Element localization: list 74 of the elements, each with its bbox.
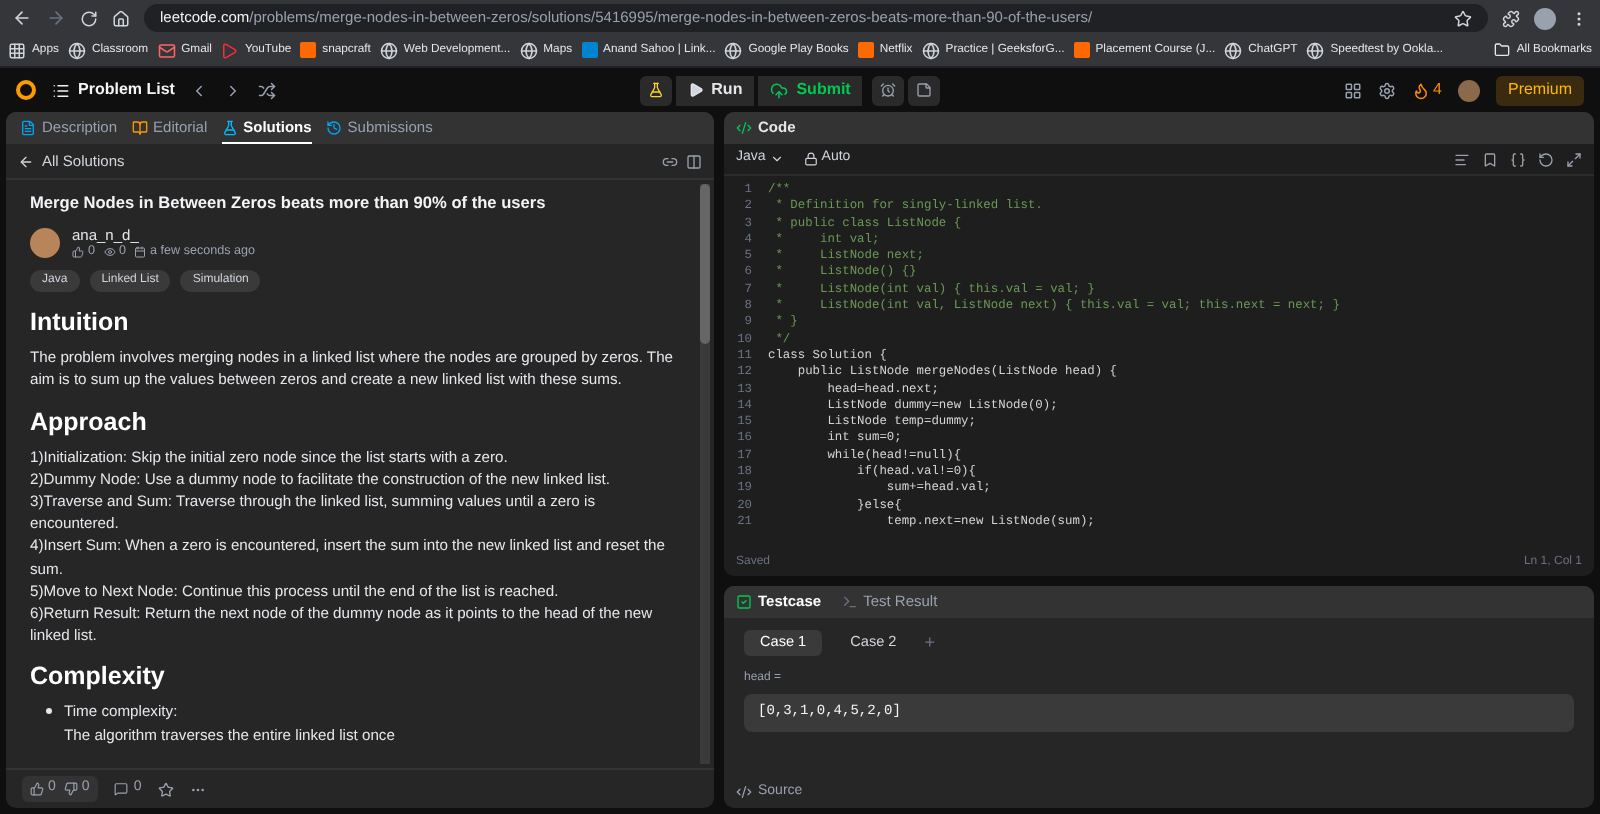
square-icon <box>581 42 598 59</box>
globe-icon <box>67 42 86 60</box>
alarm-clock-icon <box>880 82 897 98</box>
globe-icon <box>1224 42 1243 60</box>
debug-button[interactable] <box>639 75 672 105</box>
play-icon <box>220 42 239 60</box>
split-view-icon[interactable] <box>686 153 702 169</box>
mail-icon <box>157 42 176 60</box>
bookmark-icon[interactable] <box>1482 151 1498 167</box>
scrollbar[interactable] <box>700 184 710 764</box>
globe-icon <box>519 42 538 60</box>
flame-icon <box>1411 81 1430 99</box>
lock-icon <box>803 152 818 166</box>
globe-icon <box>724 42 743 60</box>
checkbox-icon <box>736 594 752 610</box>
bookmark-star-icon[interactable] <box>1454 9 1472 27</box>
back-arrow-icon <box>18 153 34 169</box>
expand-icon[interactable] <box>1566 151 1582 167</box>
run-button[interactable]: Run <box>675 75 755 105</box>
section-heading: Intuition <box>30 306 131 339</box>
submit-button[interactable]: Submit <box>758 75 863 105</box>
history-icon <box>325 120 342 136</box>
notes-button[interactable] <box>908 75 941 105</box>
thumbs-down-icon <box>63 782 78 796</box>
logo-icon[interactable] <box>16 80 36 100</box>
section-heading: Approach <box>30 405 149 438</box>
globe-icon <box>921 42 940 60</box>
shuffle-icon[interactable] <box>258 81 277 99</box>
link-icon[interactable] <box>662 153 678 169</box>
square-icon <box>300 42 317 59</box>
play-icon <box>687 82 704 98</box>
bullet-icon <box>46 708 52 715</box>
terminal-icon <box>841 594 858 610</box>
home-icon[interactable] <box>112 9 130 27</box>
braces-icon[interactable] <box>1510 151 1526 167</box>
folder-icon <box>1494 42 1511 59</box>
book-icon <box>131 120 148 136</box>
layout-icon[interactable] <box>1343 81 1362 99</box>
grid-icon <box>8 42 26 60</box>
thumbs-up-icon <box>72 246 84 259</box>
streak-count[interactable]: 4 <box>1411 78 1442 102</box>
flask-icon <box>221 119 238 135</box>
square-icon <box>857 42 874 59</box>
settings-icon[interactable] <box>1377 81 1396 99</box>
cloud-upload-icon <box>770 81 789 99</box>
code-icon <box>736 120 752 136</box>
premium-button[interactable]: Premium <box>1495 75 1584 105</box>
comment-icon <box>113 782 128 796</box>
author-avatar <box>30 228 60 259</box>
forward-icon[interactable] <box>46 8 66 28</box>
reload-icon[interactable] <box>80 9 98 27</box>
calendar-icon <box>134 246 147 259</box>
list-icon <box>52 81 70 99</box>
document-icon <box>20 120 36 136</box>
timer-button[interactable] <box>872 75 905 105</box>
extensions-icon[interactable] <box>1502 9 1520 27</box>
avatar-icon[interactable] <box>1457 79 1480 101</box>
thumbs-up-icon <box>30 782 44 796</box>
format-icon[interactable] <box>1454 151 1470 167</box>
chevron-down-icon <box>769 152 784 166</box>
avatar-icon[interactable] <box>1534 7 1556 29</box>
note-icon <box>916 82 933 98</box>
globe-icon <box>379 42 398 60</box>
globe-icon <box>1306 42 1325 60</box>
problem-list-link[interactable]: Problem List <box>52 78 175 102</box>
eye-icon <box>103 246 116 259</box>
section-heading: Complexity <box>30 660 167 693</box>
solution-title: Merge Nodes in Between Zeros beats more than 90% of the users <box>30 192 548 215</box>
reset-icon[interactable] <box>1538 151 1554 167</box>
code-icon <box>736 784 752 800</box>
square-icon <box>1073 42 1090 59</box>
back-icon[interactable] <box>12 8 32 28</box>
flask-icon <box>647 82 664 98</box>
favorite-icon[interactable] <box>157 781 174 797</box>
